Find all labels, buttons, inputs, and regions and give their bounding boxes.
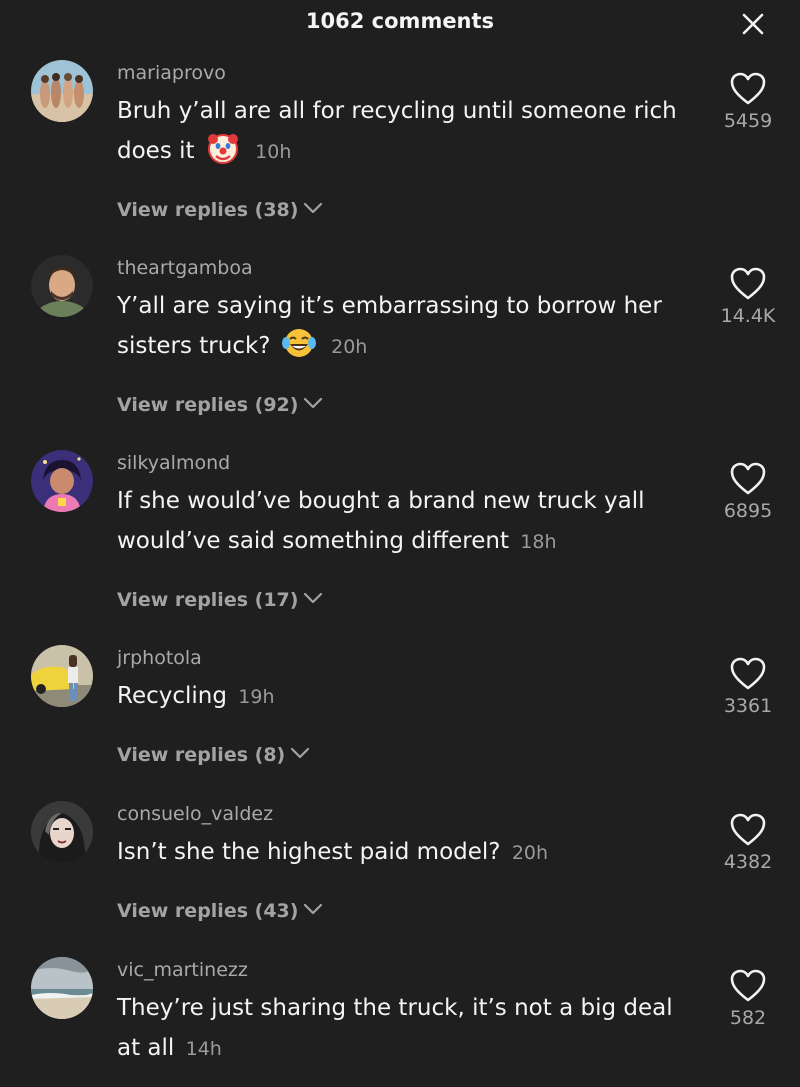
avatar[interactable]: [31, 450, 93, 512]
avatar[interactable]: [31, 957, 93, 1019]
comment-item: mariaprovo Bruh y’all are all for recycl…: [0, 60, 800, 235]
comment-time: 14h: [185, 1038, 222, 1060]
close-icon[interactable]: [740, 11, 766, 37]
view-replies-label: View replies (38): [117, 199, 299, 221]
heart-icon[interactable]: [730, 657, 766, 691]
view-replies-button[interactable]: View replies (38): [117, 198, 323, 221]
chevron-down-icon: [303, 393, 323, 409]
view-replies-button[interactable]: View replies (17): [117, 588, 323, 611]
comment-username[interactable]: jrphotola: [117, 647, 202, 669]
comments-count-title: 1062 comments: [305, 9, 495, 33]
comment-username[interactable]: theartgamboa: [117, 257, 253, 279]
view-replies-label: View replies (17): [117, 589, 299, 611]
view-replies-label: View replies (92): [117, 394, 299, 416]
like-control: 4382: [712, 813, 784, 873]
like-count: 3361: [723, 695, 773, 717]
comment-body: They’re just sharing the truck, it’s not…: [117, 988, 702, 1069]
comment-item: consuelo_valdez Isn’t she the highest pa…: [0, 801, 800, 936]
comment-body: Y’all are saying it’s embarrassing to bo…: [117, 286, 702, 367]
comment-body: Bruh y’all are all for recycling until s…: [117, 91, 702, 172]
comment-time: 20h: [511, 842, 549, 864]
chevron-down-icon: [303, 899, 323, 915]
view-replies-button[interactable]: View replies (92): [117, 393, 323, 416]
like-count: 6895: [723, 500, 773, 522]
heart-icon[interactable]: [730, 462, 766, 496]
view-replies-label: View replies (43): [117, 900, 299, 922]
comment-time: 18h: [520, 531, 557, 553]
comment-body: If she would’ve bought a brand new truck…: [117, 481, 702, 562]
comment-item: vic_martinezz They’re just sharing the t…: [0, 957, 800, 1082]
comment-text: Y’all are saying it’s embarrassing to bo…: [117, 293, 662, 359]
comment-time: 10h: [255, 141, 292, 163]
like-control: 14.4K: [712, 267, 784, 327]
tears-of-joy-emoji: [281, 326, 316, 360]
comment-username[interactable]: consuelo_valdez: [117, 803, 273, 825]
comment-item: jrphotola Recycling 19h View replies (8)…: [0, 645, 800, 780]
avatar[interactable]: [31, 60, 93, 122]
heart-icon[interactable]: [730, 969, 766, 1003]
like-control: 3361: [712, 657, 784, 717]
comment-username[interactable]: mariaprovo: [117, 62, 226, 84]
like-count: 14.4K: [720, 305, 776, 327]
view-replies-label: View replies (8): [117, 744, 286, 766]
like-count: 5459: [723, 110, 773, 132]
avatar[interactable]: [31, 255, 93, 317]
heart-icon[interactable]: [730, 267, 766, 301]
like-control: 582: [712, 969, 784, 1029]
comment-time: 20h: [331, 336, 368, 358]
comment-body: Recycling 19h: [117, 676, 702, 717]
comment-text: Bruh y’all are all for recycling until s…: [117, 98, 677, 164]
comment-body: Isn’t she the highest paid model? 20h: [117, 832, 702, 873]
comments-header: 1062 comments: [0, 0, 800, 50]
chevron-down-icon: [303, 198, 323, 214]
clown-face-emoji: [206, 131, 240, 165]
like-control: 6895: [712, 462, 784, 522]
like-count: 4382: [723, 851, 773, 873]
chevron-down-icon: [303, 588, 323, 604]
avatar[interactable]: [31, 801, 93, 863]
view-replies-button[interactable]: View replies (8): [117, 743, 310, 766]
heart-icon[interactable]: [730, 813, 766, 847]
comment-text: Recycling: [117, 683, 227, 709]
comment-item: theartgamboa Y’all are saying it’s embar…: [0, 255, 800, 430]
chevron-down-icon: [290, 743, 310, 759]
view-replies-button[interactable]: View replies (43): [117, 899, 323, 922]
comment-time: 19h: [238, 686, 275, 708]
like-count: 582: [729, 1007, 767, 1029]
comment-text: Isn’t she the highest paid model?: [117, 839, 501, 865]
comment-text: If she would’ve bought a brand new truck…: [117, 488, 645, 554]
comment-username[interactable]: silkyalmond: [117, 452, 230, 474]
heart-icon[interactable]: [730, 72, 766, 106]
comment-item: silkyalmond If she would’ve bought a bra…: [0, 450, 800, 625]
like-control: 5459: [712, 72, 784, 132]
comment-username[interactable]: vic_martinezz: [117, 959, 248, 981]
avatar[interactable]: [31, 645, 93, 707]
